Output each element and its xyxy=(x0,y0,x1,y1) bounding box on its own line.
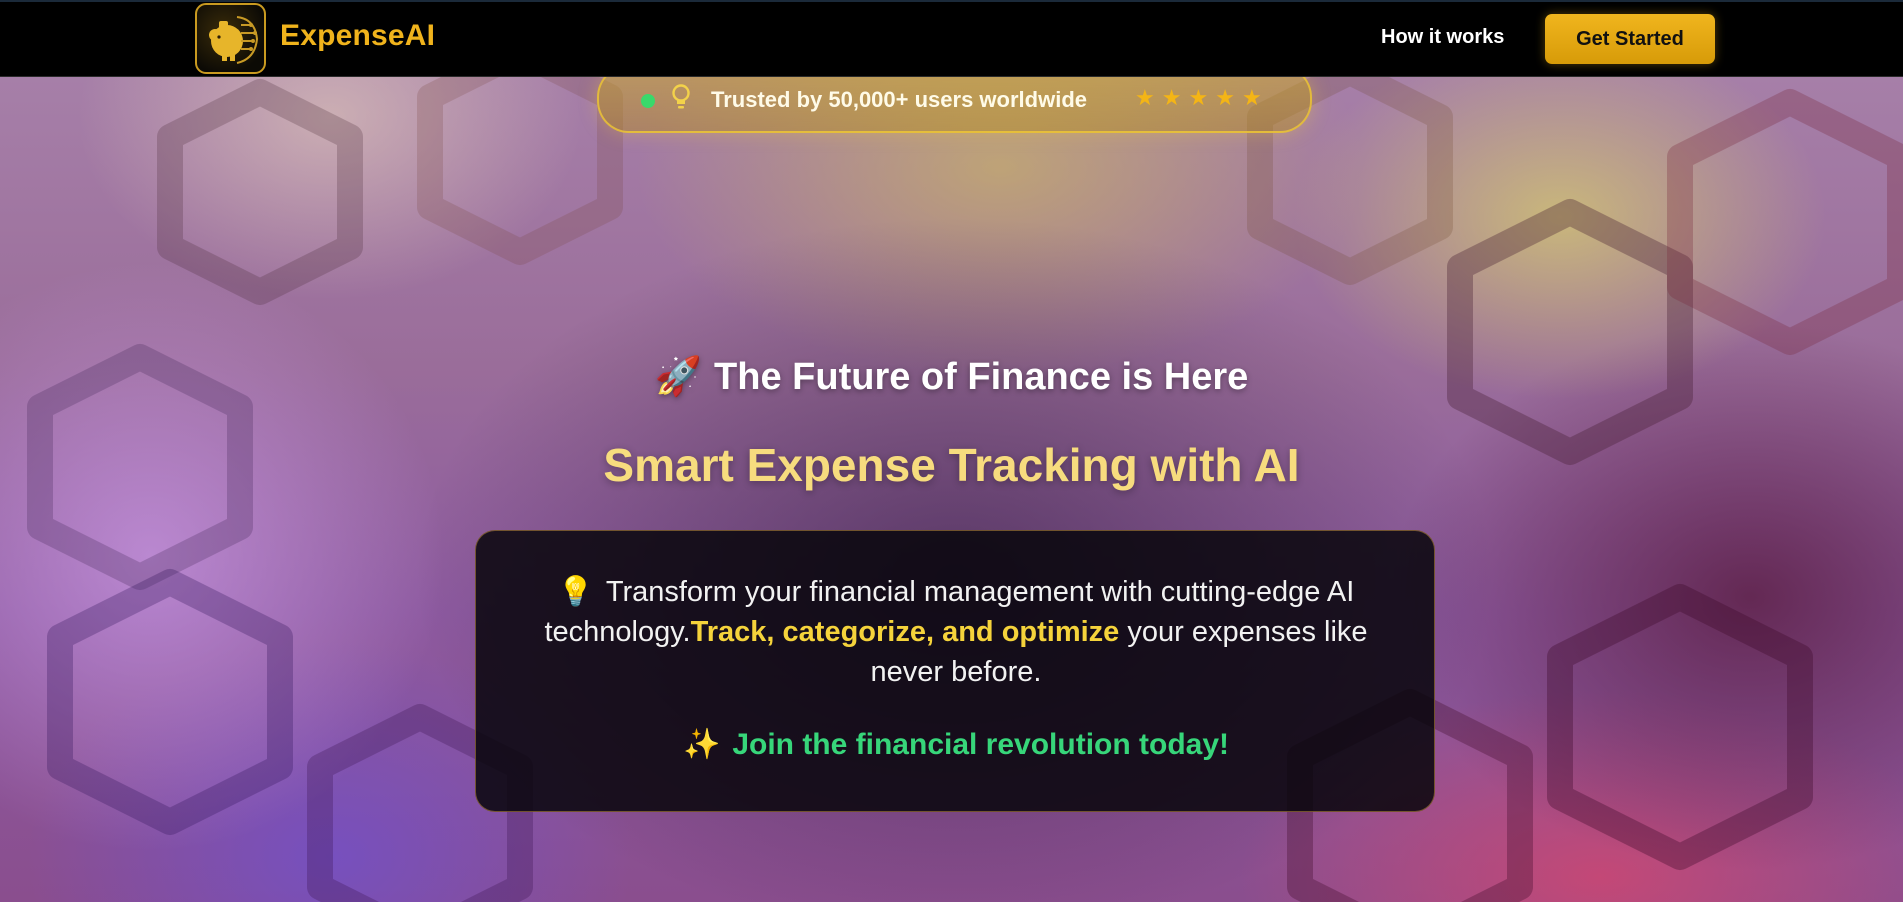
trust-text: Trusted by 50,000+ users worldwide xyxy=(711,87,1087,112)
status-dot xyxy=(641,94,655,108)
hero-eyebrow: 🚀 The Future of Finance is Here xyxy=(0,354,1903,399)
brand-name[interactable]: ExpenseAI xyxy=(280,19,435,53)
rocket-icon: 🚀 xyxy=(654,354,703,398)
star-rating: ★ ★ ★ ★ ★ xyxy=(1135,87,1262,109)
sparkles-icon: ✨ xyxy=(682,727,721,762)
star-icon: ★ xyxy=(1241,85,1262,110)
star-icon: ★ xyxy=(1135,85,1155,110)
join-text: Join the financial revolution today! xyxy=(732,728,1230,761)
star-icon: ★ xyxy=(1188,85,1209,110)
piggy-bank-icon xyxy=(209,16,259,64)
description-highlight: Track, categorize, and optimize xyxy=(690,616,1120,648)
nav-link-how-it-works[interactable]: How it works xyxy=(1381,26,1504,49)
join-callout: ✨ Join the financial revolution today! xyxy=(476,727,1436,762)
lightbulb-emoji-icon: 💡 xyxy=(557,574,594,608)
lightbulb-icon xyxy=(671,84,691,117)
top-navbar: ExpenseAI How it works Get Started xyxy=(0,0,1903,77)
hero-headline: Smart Expense Tracking with AI xyxy=(603,439,1300,491)
get-started-button[interactable]: Get Started xyxy=(1545,14,1715,64)
trust-badge: Trusted by 50,000+ users worldwide ★ ★ ★… xyxy=(597,77,1312,133)
star-icon: ★ xyxy=(1215,85,1235,110)
hero-description: 💡 Transform your financial management wit… xyxy=(506,571,1406,692)
hero-card: 💡 Transform your financial management wit… xyxy=(475,530,1435,812)
logo-icon[interactable] xyxy=(195,3,266,74)
hero-section: Trusted by 50,000+ users worldwide ★ ★ ★… xyxy=(0,77,1903,902)
star-icon: ★ xyxy=(1161,85,1182,110)
eyebrow-text: The Future of Finance is Here xyxy=(714,356,1249,398)
